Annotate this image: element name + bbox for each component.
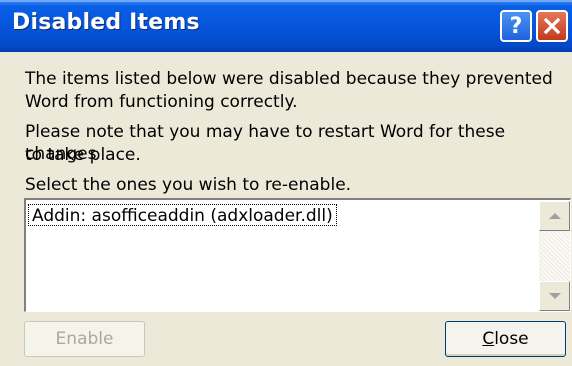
close-mnemonic: C <box>482 329 495 349</box>
list-item[interactable]: Addin: asofficeaddin (adxloader.dll) <box>28 204 337 226</box>
scroll-up-button[interactable] <box>539 201 570 231</box>
close-button[interactable]: Close <box>445 321 566 357</box>
disabled-items-list[interactable]: Addin: asofficeaddin (adxloader.dll) <box>24 198 571 312</box>
close-label-rest: lose <box>494 329 529 349</box>
message-line-1: The items listed below were disabled bec… <box>25 69 553 89</box>
dialog-title: Disabled Items <box>12 10 200 35</box>
help-button[interactable]: ? <box>500 10 532 42</box>
message-line-4: to take place. <box>25 145 141 165</box>
vertical-scrollbar[interactable] <box>539 201 570 311</box>
help-icon: ? <box>509 13 523 39</box>
scroll-down-button[interactable] <box>539 281 570 311</box>
arrow-down-icon <box>548 293 561 299</box>
message-line-2: Word from functioning correctly. <box>25 92 298 112</box>
close-window-button[interactable] <box>536 10 568 42</box>
arrow-up-icon <box>548 213 561 219</box>
select-instruction: Select the ones you wish to re-enable. <box>25 175 352 195</box>
close-icon <box>543 17 561 35</box>
enable-button[interactable]: Enable <box>24 321 145 357</box>
title-bar: Disabled Items ? <box>0 0 572 52</box>
